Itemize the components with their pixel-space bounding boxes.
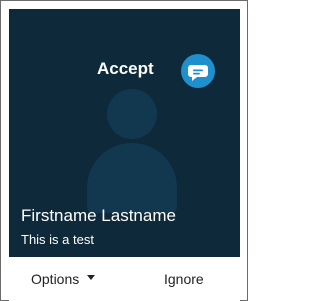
caller-panel: Accept Firstname Lastname This is a test (9, 9, 240, 257)
caller-name: Firstname Lastname (21, 206, 176, 225)
caller-message: This is a test (21, 232, 94, 247)
caret-down-icon (87, 274, 96, 280)
options-label: Options (31, 271, 80, 287)
options-button[interactable]: Options (31, 270, 96, 288)
chat-bubble-icon (188, 65, 208, 81)
accept-button[interactable] (181, 54, 215, 88)
accept-label: Accept (97, 59, 154, 78)
ignore-button[interactable]: Ignore (164, 270, 204, 288)
avatar-head (107, 89, 157, 139)
action-bar: Options Ignore (9, 257, 240, 301)
incoming-call-toast: Accept Firstname Lastname This is a test… (0, 0, 248, 301)
avatar-body (87, 143, 177, 213)
